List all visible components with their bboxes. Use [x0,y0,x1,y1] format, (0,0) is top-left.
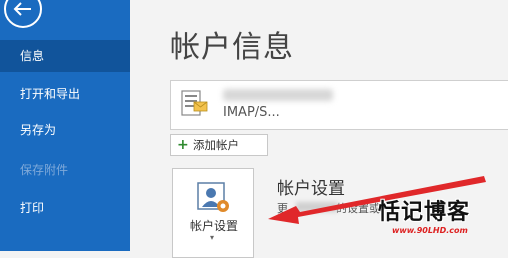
watermark-url: www.90LHD.com [392,226,468,235]
watermark-logo: 恬记博客 [378,200,471,225]
